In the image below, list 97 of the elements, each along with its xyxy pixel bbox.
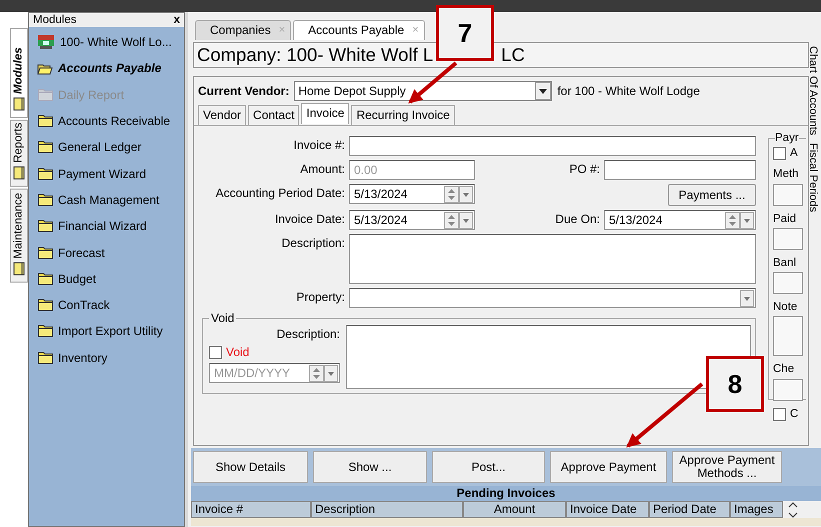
side-tab[interactable]: Chart Of Accounts xyxy=(809,46,821,136)
date-field[interactable]: 5/13/2024 xyxy=(349,184,475,204)
notebook-icon xyxy=(13,262,25,276)
column-header[interactable]: Invoice Date xyxy=(566,501,649,518)
form-tab[interactable]: Recurring Invoice xyxy=(351,105,455,125)
arrow xyxy=(408,61,458,104)
module-item[interactable]: Cash Management xyxy=(29,186,184,214)
text-field[interactable] xyxy=(773,316,803,356)
notebook-icon xyxy=(13,97,25,111)
company-title: Company: 100- White Wolf L xyxy=(197,44,434,65)
group-title: Payr xyxy=(775,131,799,145)
text-field[interactable] xyxy=(773,272,803,294)
payments-button[interactable]: Payments ... xyxy=(668,184,756,206)
text-field[interactable] xyxy=(349,136,756,156)
column-header[interactable]: Images xyxy=(730,501,783,518)
action-button[interactable]: Approve Payment Methods ... xyxy=(672,451,782,483)
column-header[interactable]: Description xyxy=(311,501,463,518)
group-title: Void xyxy=(209,311,236,325)
module-item[interactable]: General Ledger xyxy=(29,134,184,160)
form-tab[interactable]: Vendor xyxy=(198,105,246,125)
callout-badge: 7 xyxy=(436,5,494,61)
grid-title: Pending Invoices xyxy=(191,486,821,501)
side-tab[interactable]: Reports xyxy=(10,120,28,187)
side-tab[interactable]: Modules xyxy=(10,28,28,118)
module-item[interactable]: Financial Wizard xyxy=(29,213,184,240)
action-button[interactable]: Show Details xyxy=(193,451,308,483)
field-label: Accounting Period Date: xyxy=(214,185,345,202)
open-folder-icon xyxy=(37,62,53,75)
action-button[interactable]: Post... xyxy=(432,451,545,483)
field-label: Invoice #: xyxy=(292,137,345,154)
field-label: Invoice Date: xyxy=(274,211,345,228)
folder-icon xyxy=(38,246,53,259)
spinner-icon xyxy=(444,186,459,202)
folder-icon xyxy=(38,352,53,364)
module-item[interactable]: Accounts Payable xyxy=(29,55,184,82)
side-tab[interactable]: Maintenance xyxy=(10,188,28,283)
panel-title: Modules xyxy=(33,13,76,27)
folder-icon xyxy=(38,325,53,338)
date-field[interactable]: 5/13/2024 xyxy=(349,210,475,230)
folder-icon xyxy=(38,141,53,154)
document-tab[interactable]: Accounts Payable × xyxy=(293,20,425,40)
module-item[interactable]: Inventory xyxy=(29,344,184,371)
notebook-icon xyxy=(13,166,25,180)
store-icon xyxy=(37,34,55,50)
field-label: Che xyxy=(773,362,796,378)
field-label: Property: xyxy=(295,289,345,306)
folder-icon xyxy=(38,272,53,285)
action-button[interactable]: Show ... xyxy=(313,451,427,483)
folder-icon xyxy=(38,220,53,232)
module-item[interactable]: Import Export Utility xyxy=(29,318,184,345)
form-tab[interactable]: Invoice xyxy=(301,103,350,124)
date-field[interactable]: 5/13/2024 xyxy=(604,210,756,230)
module-item[interactable]: Budget xyxy=(29,266,184,292)
column-header[interactable]: Amount xyxy=(463,501,566,518)
field-label: Description: xyxy=(280,235,345,252)
spinner-icon xyxy=(309,364,324,382)
field-label: Due On: xyxy=(554,211,600,228)
spinner-icon xyxy=(444,212,459,228)
text-field[interactable] xyxy=(773,228,803,250)
column-header[interactable]: Invoice # xyxy=(191,501,311,518)
vendor-company-text: for 100 - White Wolf Lodge xyxy=(557,83,700,100)
text-field[interactable] xyxy=(773,378,803,400)
form-tab[interactable]: Contact xyxy=(248,105,300,125)
field-label: Meth xyxy=(773,167,800,182)
text-area[interactable] xyxy=(349,234,756,284)
module-item[interactable]: Accounts Receivable xyxy=(29,108,184,134)
module-item[interactable]: ConTrack xyxy=(29,292,184,318)
field-label: Amount: xyxy=(299,161,345,178)
action-button[interactable]: Approve Payment xyxy=(550,451,667,483)
field-label: Paid xyxy=(773,212,798,226)
void-checkbox[interactable]: Void xyxy=(209,343,340,361)
module-item[interactable]: 100- White Wolf Lo... xyxy=(29,29,184,56)
folder-icon xyxy=(38,115,53,128)
spinner-icon xyxy=(725,212,740,228)
text-field[interactable] xyxy=(773,184,803,206)
module-item[interactable]: Payment Wizard xyxy=(29,160,184,187)
field-label: PO #: xyxy=(568,161,600,178)
close-button[interactable]: x xyxy=(174,13,180,27)
field-label: Note xyxy=(773,300,798,315)
document-tab[interactable]: Companies × xyxy=(195,20,292,40)
checkbox[interactable]: C xyxy=(773,406,806,423)
company-title: LC xyxy=(501,44,525,65)
column-header[interactable]: Period Date xyxy=(649,501,730,518)
property-dropdown[interactable] xyxy=(349,288,756,308)
field-label: Description: xyxy=(276,326,340,343)
module-item[interactable]: Forecast xyxy=(29,239,184,266)
callout-badge: 8 xyxy=(706,356,764,412)
folder-icon xyxy=(38,194,53,206)
text-field[interactable] xyxy=(604,160,756,180)
vendor-dropdown[interactable]: Home Depot Supply xyxy=(294,81,552,101)
folder-icon xyxy=(38,299,53,312)
field-label: Current Vendor: xyxy=(198,83,290,100)
side-tab[interactable]: Fiscal Periods xyxy=(809,143,821,212)
field-label: Banl xyxy=(773,256,798,271)
folder-icon xyxy=(38,168,53,180)
checkbox[interactable]: A xyxy=(773,145,806,162)
folder-icon xyxy=(38,88,53,101)
